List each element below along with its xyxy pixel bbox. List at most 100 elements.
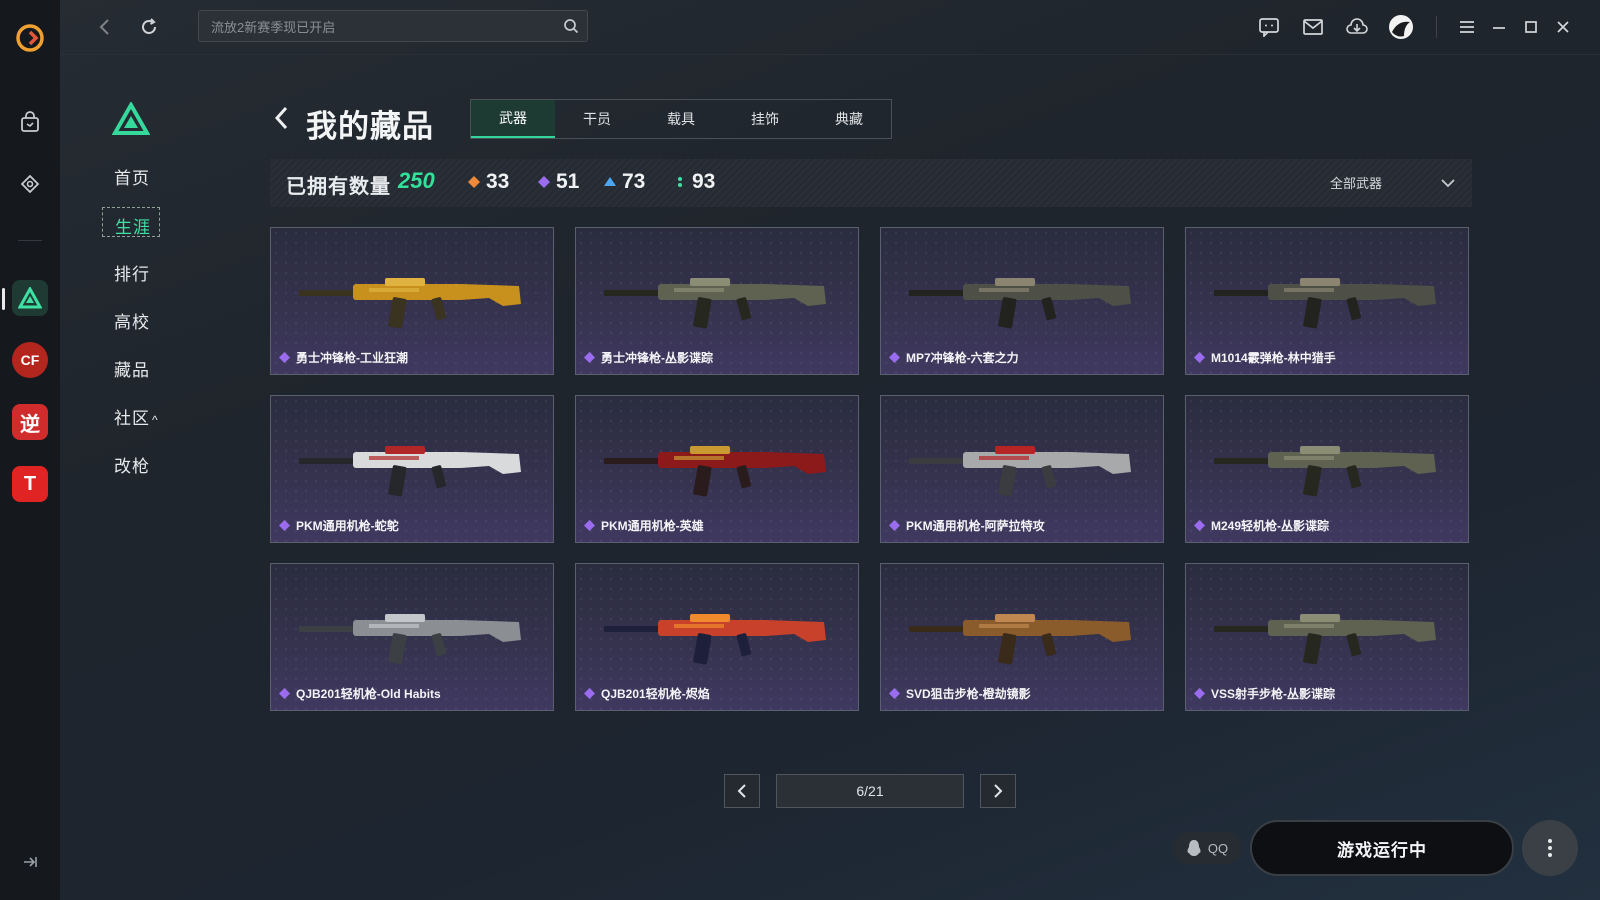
delta-logo-icon [18, 287, 42, 309]
weapon-image [299, 614, 521, 665]
weapon-card[interactable]: QJB201轻机枪-Old Habits [270, 563, 554, 711]
ownership-stats-bar: 已拥有数量 250 33 51 73 93 全部武器 [270, 159, 1472, 207]
rail-game-ni[interactable]: 逆 [12, 404, 48, 440]
rail-active-indicator [2, 288, 5, 310]
weapon-name-tag: 勇士冲锋枪-丛影谍踪 [584, 349, 713, 366]
chat-icon[interactable] [1256, 14, 1282, 40]
mail-icon[interactable] [1300, 14, 1326, 40]
weapon-name: 勇士冲锋枪-丛影谍踪 [601, 351, 713, 365]
delta-brand-logo-icon [112, 102, 150, 135]
weapon-card[interactable]: SVD狙击步枪-橙劫镜影 [880, 563, 1164, 711]
purple-gem-icon [279, 352, 290, 363]
close-icon[interactable] [1550, 14, 1576, 40]
green-gem-icon [678, 177, 682, 187]
menu-icon[interactable] [1454, 14, 1480, 40]
weapon-card[interactable]: M1014霰弹枪-林中猎手 [1185, 227, 1469, 375]
nav-back-button[interactable] [92, 14, 118, 40]
user-avatar[interactable] [1388, 14, 1414, 40]
more-options-button[interactable] [1522, 820, 1578, 876]
weapon-image [299, 278, 521, 329]
weapon-name: QJB201轻机枪-Old Habits [296, 687, 441, 701]
blue-gem-icon [604, 177, 616, 186]
purple-gem-icon [584, 352, 595, 363]
weapon-card[interactable]: PKM通用机枪-英雄 [575, 395, 859, 543]
weapon-name: PKM通用机枪-阿萨拉特攻 [906, 519, 1045, 533]
weapon-card[interactable]: 勇士冲锋枪-丛影谍踪 [575, 227, 859, 375]
tab-vehicles[interactable]: 载具 [639, 100, 723, 138]
weapon-name: PKM通用机枪-英雄 [601, 519, 704, 533]
collapse-sidebar-icon[interactable] [20, 852, 40, 872]
page-title: 我的藏品 [306, 109, 434, 144]
nav-gun-mod[interactable]: 改枪 [114, 452, 150, 477]
rarity-blue-count: 73 [604, 170, 645, 194]
purple-gem-icon [889, 688, 900, 699]
weapon-name: SVD狙击步枪-橙劫镜影 [906, 687, 1031, 701]
top-bar [60, 0, 1600, 55]
maximize-icon[interactable] [1518, 14, 1544, 40]
nav-career[interactable]: 生涯 [102, 207, 160, 237]
weapon-card[interactable]: PKM通用机枪-蛇鸵 [270, 395, 554, 543]
tab-charms[interactable]: 挂饰 [723, 100, 807, 138]
weapon-name-tag: M1014霰弹枪-林中猎手 [1194, 349, 1336, 366]
weapon-image [299, 446, 521, 497]
weapon-card[interactable]: MP7冲锋枪-六套之力 [880, 227, 1164, 375]
rail-game-t[interactable]: T [12, 466, 48, 502]
chevron-left-icon [99, 19, 109, 35]
search-input[interactable] [209, 11, 553, 43]
weapon-card[interactable]: M249轻机枪-丛影谍踪 [1185, 395, 1469, 543]
purple-gem-icon [584, 520, 595, 531]
nav-community[interactable]: 社区 ^ [114, 404, 159, 429]
weapon-card[interactable]: QJB201轻机枪-烬焰 [575, 563, 859, 711]
nav-ranking[interactable]: 排行 [114, 260, 150, 285]
weapon-card[interactable]: PKM通用机枪-阿萨拉特攻 [880, 395, 1164, 543]
next-page-button[interactable] [980, 774, 1016, 808]
tab-collectibles[interactable]: 典藏 [807, 100, 891, 138]
purple-gem-icon [1194, 352, 1205, 363]
weapon-card[interactable]: 勇士冲锋枪-工业狂潮 [270, 227, 554, 375]
weapon-name: VSS射手步枪-丛影谍踪 [1211, 687, 1336, 701]
purple-gem-icon [279, 520, 290, 531]
qq-penguin-icon [1187, 840, 1201, 856]
weapon-image [909, 446, 1131, 497]
purple-gem-icon [889, 352, 900, 363]
download-icon[interactable] [1344, 14, 1370, 40]
page-indicator: 6/21 [776, 774, 964, 808]
app-rail: CF 逆 T [0, 0, 60, 900]
rail-game-delta-force[interactable] [12, 280, 48, 316]
game-running-button[interactable]: 游戏运行中 [1250, 820, 1514, 876]
weapon-name: MP7冲锋枪-六套之力 [906, 351, 1019, 365]
orange-gem-icon [468, 176, 480, 188]
chevron-left-icon [737, 784, 746, 798]
nav-home[interactable]: 首页 [114, 164, 150, 189]
minimize-icon[interactable] [1486, 14, 1512, 40]
refresh-button[interactable] [136, 14, 162, 40]
weapon-name-tag: QJB201轻机枪-Old Habits [279, 685, 441, 702]
game-tag-icon[interactable] [14, 168, 46, 200]
weapon-name-tag: MP7冲锋枪-六套之力 [889, 349, 1019, 366]
store-bag-icon[interactable] [14, 106, 46, 138]
nav-college[interactable]: 高校 [114, 308, 150, 333]
prev-page-button[interactable] [724, 774, 760, 808]
qq-login-pill[interactable]: QQ [1172, 832, 1242, 864]
rarity-orange-count: 33 [468, 170, 509, 194]
category-tabs: 武器 干员 载具 挂饰 典藏 [470, 99, 892, 139]
toolbar-divider [1436, 16, 1437, 38]
chevron-right-icon [994, 784, 1003, 798]
nav-collection[interactable]: 藏品 [114, 356, 150, 381]
weapon-filter-dropdown[interactable]: 全部武器 [1330, 173, 1456, 192]
page-back-icon[interactable] [272, 104, 292, 132]
weapon-name-tag: M249轻机枪-丛影谍踪 [1194, 517, 1329, 534]
tab-weapons[interactable]: 武器 [471, 100, 555, 138]
rail-game-cf[interactable]: CF [12, 342, 48, 378]
weapon-image [604, 446, 826, 497]
tab-operators[interactable]: 干员 [555, 100, 639, 138]
weapon-name-tag: SVD狙击步枪-橙劫镜影 [889, 685, 1031, 702]
chevron-down-icon [1441, 178, 1455, 187]
weapon-card[interactable]: VSS射手步枪-丛影谍踪 [1185, 563, 1469, 711]
weapon-name: M1014霰弹枪-林中猎手 [1211, 351, 1336, 365]
weapon-name-tag: 勇士冲锋枪-工业狂潮 [279, 349, 408, 366]
search-icon[interactable] [563, 18, 579, 34]
weapon-name-tag: VSS射手步枪-丛影谍踪 [1194, 685, 1335, 702]
app-logo-icon[interactable] [14, 22, 46, 54]
weapon-name: PKM通用机枪-蛇鸵 [296, 519, 399, 533]
